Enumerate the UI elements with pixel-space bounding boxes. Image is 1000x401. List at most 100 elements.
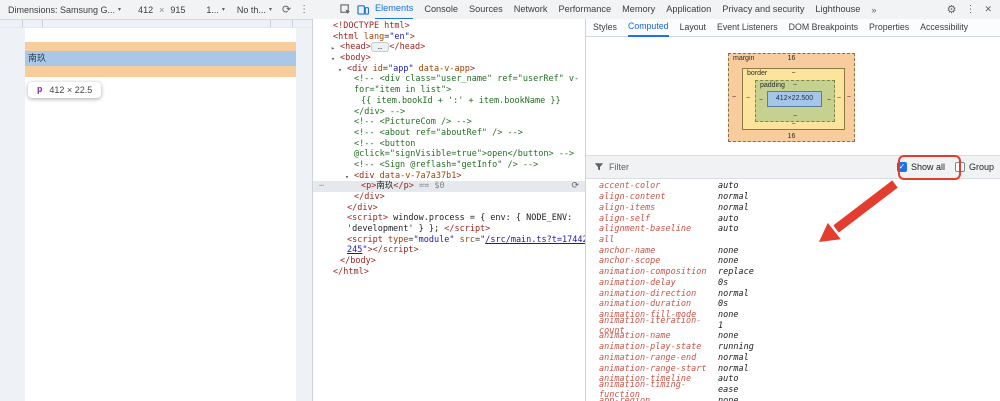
show-all-checkbox-icon[interactable]: [897, 162, 907, 172]
box-model-border[interactable]: border − − − − padding − − − − 412×22.50…: [742, 68, 845, 130]
margin-bottom-value[interactable]: 16: [729, 133, 854, 140]
computed-property-row[interactable]: animation-directionnormal: [586, 288, 1000, 299]
rotate-icon[interactable]: ⟳: [282, 3, 291, 16]
device-select[interactable]: Dimensions: Samsung G... ▾: [8, 5, 121, 15]
border-left-value[interactable]: −: [746, 95, 750, 102]
code-line[interactable]: </body>: [313, 256, 585, 267]
computed-property-row[interactable]: accent-colorauto: [586, 181, 1000, 192]
sidebar-tab-dom-breakpoints[interactable]: DOM Breakpoints: [789, 19, 858, 36]
sidebar-tab-event-listeners[interactable]: Event Listeners: [717, 19, 778, 36]
device-toolbar-menu-icon[interactable]: ⋮: [299, 4, 309, 15]
border-bottom-value[interactable]: −: [743, 121, 844, 128]
code-line[interactable]: ▾<div data-v-7a7a37b1>: [313, 171, 585, 182]
computed-property-row[interactable]: animation-iteration-count1: [586, 320, 1000, 331]
computed-property-row[interactable]: app-regionnone: [586, 395, 1000, 401]
tab-memory[interactable]: Memory: [622, 0, 655, 19]
code-line[interactable]: <html lang="en">: [313, 32, 585, 43]
code-line[interactable]: <script type="module" src="/src/main.ts?…: [313, 235, 585, 246]
sidebar-tab-properties[interactable]: Properties: [869, 19, 909, 36]
computed-property-row[interactable]: animation-play-staterunning: [586, 342, 1000, 353]
code-line[interactable]: </html>: [313, 267, 585, 278]
code-line[interactable]: ▸<head> … </head>: [313, 42, 585, 53]
close-icon[interactable]: ✕: [984, 4, 992, 15]
code-line[interactable]: </div>: [313, 192, 585, 203]
inspect-icon[interactable]: [340, 4, 351, 15]
code-line[interactable]: </div>: [313, 203, 585, 214]
code-line[interactable]: ⋯⟳<p>南玖</p> == $0: [313, 181, 585, 192]
throttling-select[interactable]: No th... ▾: [237, 5, 272, 15]
computed-property-row[interactable]: animation-compositionreplace: [586, 267, 1000, 278]
property-value: none: [718, 246, 738, 256]
padding-right-value[interactable]: −: [827, 97, 831, 104]
border-right-value[interactable]: −: [837, 95, 841, 102]
tab-lighthouse[interactable]: Lighthouse: [815, 0, 860, 19]
box-model-padding[interactable]: padding − − − − 412×22.500: [755, 80, 835, 122]
margin-right-value[interactable]: −: [847, 94, 851, 101]
show-all-toggle[interactable]: Show all: [897, 162, 945, 172]
computed-property-row[interactable]: animation-range-endnormal: [586, 353, 1000, 364]
sidebar-tab-accessibility[interactable]: Accessibility: [920, 19, 968, 36]
code-line[interactable]: 245"></script>: [313, 245, 585, 256]
sidebar-tab-styles[interactable]: Styles: [593, 19, 617, 36]
devtools-menu-icon[interactable]: ⋮: [965, 4, 975, 15]
device-toolbar: Dimensions: Samsung G... ▾ 412 × 915 1..…: [0, 0, 336, 20]
padding-bottom-value[interactable]: −: [756, 113, 834, 120]
code-line[interactable]: <!-- <PictureCom /> -->: [313, 117, 585, 128]
computed-property-row[interactable]: animation-duration0s: [586, 299, 1000, 310]
viewport-height-field[interactable]: 915: [170, 5, 185, 15]
tab-privacy-and-security[interactable]: Privacy and security: [722, 0, 804, 19]
sidebar-tab-layout[interactable]: Layout: [680, 19, 706, 36]
margin-top-value[interactable]: 16: [729, 55, 854, 62]
sidebar-tab-computed[interactable]: Computed: [628, 18, 669, 37]
highlighted-element[interactable]: 南玖: [25, 51, 296, 66]
code-line[interactable]: <!-- <about ref="aboutRef" /> -->: [313, 128, 585, 139]
code-line[interactable]: 'development' } }; </script>: [313, 224, 585, 235]
code-line[interactable]: for="item in list">: [313, 85, 585, 96]
more-tabs-icon[interactable]: »: [871, 5, 875, 15]
computed-property-row[interactable]: animation-range-startnormal: [586, 363, 1000, 374]
computed-property-row[interactable]: align-contentnormal: [586, 192, 1000, 203]
margin-left-value[interactable]: −: [732, 94, 736, 101]
tab-network[interactable]: Network: [514, 0, 548, 19]
box-model-margin[interactable]: margin 16 16 − − border − − − − padding …: [728, 53, 855, 142]
code-line[interactable]: </div> -->: [313, 107, 585, 118]
tab-performance[interactable]: Performance: [558, 0, 611, 19]
code-line[interactable]: <script> window.process = { env: { NODE_…: [313, 213, 585, 224]
zoom-select[interactable]: 1... ▾: [206, 5, 225, 15]
emulated-page[interactable]: 南玖 p 412 × 22.5: [25, 28, 296, 401]
code-line[interactable]: ▾<body>: [313, 53, 585, 64]
tab-elements[interactable]: Elements: [375, 0, 413, 20]
tab-console[interactable]: Console: [424, 0, 458, 19]
device-toolbar-toggle-icon[interactable]: [357, 4, 369, 15]
computed-property-row[interactable]: animation-delay0s: [586, 277, 1000, 288]
computed-property-row[interactable]: all: [586, 235, 1000, 246]
border-top-value[interactable]: −: [743, 70, 844, 77]
computed-property-row[interactable]: animation-namenone: [586, 331, 1000, 342]
gear-icon[interactable]: ⚙: [947, 3, 957, 16]
tab-application[interactable]: Application: [666, 0, 711, 19]
rescan-icon[interactable]: ⟳: [571, 181, 579, 192]
computed-property-row[interactable]: align-itemsnormal: [586, 202, 1000, 213]
viewport-width-field[interactable]: 412: [138, 5, 153, 15]
code-line[interactable]: {{ item.bookId + ':' + item.bookName }}: [313, 96, 585, 107]
code-line[interactable]: @click="signVisible=true">open</button> …: [313, 149, 585, 160]
computed-property-row[interactable]: align-selfauto: [586, 213, 1000, 224]
computed-property-row[interactable]: alignment-baselineauto: [586, 224, 1000, 235]
tab-sources[interactable]: Sources: [469, 0, 503, 19]
gutter-dots-icon[interactable]: ⋯: [319, 181, 323, 192]
computed-property-row[interactable]: anchor-namenone: [586, 245, 1000, 256]
group-checkbox-icon[interactable]: [955, 162, 965, 172]
computed-property-row[interactable]: anchor-scopenone: [586, 256, 1000, 267]
code-line[interactable]: ▾<div id="app" data-v-app>: [313, 64, 585, 75]
group-toggle[interactable]: Group: [955, 162, 994, 172]
code-line[interactable]: <!-- <div class="user_name" ref="userRef…: [313, 74, 585, 85]
code-line[interactable]: <!-- <button: [313, 139, 585, 150]
computed-property-row[interactable]: animation-timing-functionease: [586, 385, 1000, 396]
box-model-content[interactable]: 412×22.500: [767, 91, 822, 107]
code-line[interactable]: <!-- <Sign @reflash="getInfo" /> -->: [313, 160, 585, 171]
padding-top-value[interactable]: −: [756, 82, 834, 89]
filter-input[interactable]: Filter: [609, 162, 629, 172]
code-line[interactable]: <!DOCTYPE html>: [313, 21, 585, 32]
code-token: ></script>: [367, 245, 418, 255]
padding-left-value[interactable]: −: [759, 97, 763, 104]
